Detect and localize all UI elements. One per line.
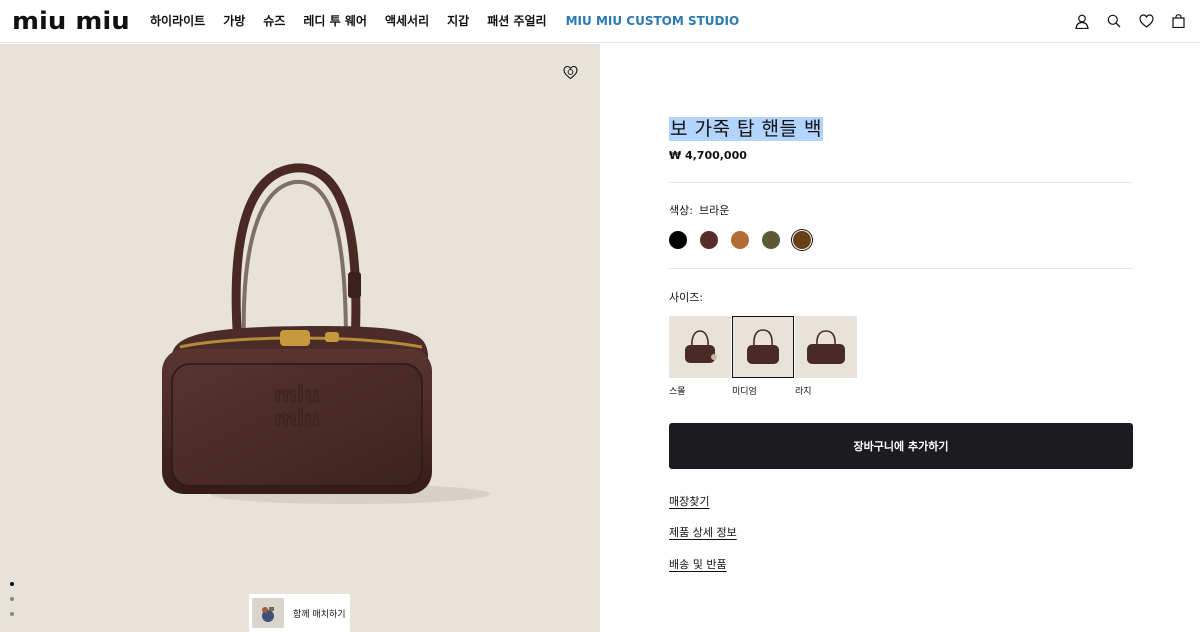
color-value: 브라운	[698, 204, 730, 217]
size-thumbnail	[732, 316, 794, 378]
product-price: ₩ 4,700,000	[669, 149, 747, 162]
size-option-large[interactable]: 라지	[795, 316, 857, 397]
gallery-pager-dot[interactable]	[10, 612, 14, 616]
size-option-small[interactable]: 스몰	[669, 316, 731, 397]
product-image: miu miu	[162, 163, 490, 504]
nav-item-ready-to-wear[interactable]: 레디 투 웨어	[303, 13, 367, 29]
product-details-link[interactable]: 제품 상세 정보	[669, 524, 737, 540]
divider	[669, 182, 1133, 183]
shipping-returns-link[interactable]: 배송 및 반품	[669, 556, 727, 572]
add-to-wishlist-icon[interactable]	[563, 65, 579, 81]
size-thumbnail	[795, 316, 857, 378]
store-locator-link[interactable]: 매장찾기	[669, 493, 709, 509]
nav-item-accessories[interactable]: 액세서리	[385, 13, 429, 29]
gallery-pager-dot[interactable]	[10, 597, 14, 601]
nav-item-fashion-jewelry[interactable]: 패션 주얼리	[487, 13, 546, 29]
color-swatch-burgundy[interactable]	[700, 231, 718, 249]
size-selector: 스몰 미디엄 라지	[669, 316, 857, 397]
product-gallery[interactable]: miu miu 함께 매치하기	[0, 44, 600, 632]
brand-logo[interactable]: miu miu	[12, 8, 130, 34]
size-option-medium[interactable]: 미디엄	[732, 316, 794, 397]
size-name: 라지	[795, 387, 812, 397]
wishlist-icon[interactable]	[1138, 12, 1154, 30]
product-title: 보 가죽 탑 핸들 백	[669, 117, 824, 141]
size-thumbnail	[669, 316, 731, 378]
main-nav: 하이라이트 가방 슈즈 레디 투 웨어 액세서리 지갑 패션 주얼리 MIU M…	[150, 13, 757, 29]
size-label: 사이즈:	[669, 291, 704, 304]
svg-text:miu: miu	[274, 383, 320, 408]
color-selector-label: 색상: 브라운	[669, 202, 729, 218]
color-swatches	[669, 231, 811, 249]
nav-item-custom-studio[interactable]: MIU MIU CUSTOM STUDIO	[566, 13, 740, 29]
color-swatch-black[interactable]	[669, 231, 687, 249]
color-swatch-olive[interactable]	[762, 231, 780, 249]
color-label: 색상:	[669, 204, 693, 217]
nav-item-shoes[interactable]: 슈즈	[263, 13, 285, 29]
account-icon[interactable]	[1074, 12, 1090, 30]
nav-item-bags[interactable]: 가방	[223, 13, 245, 29]
gallery-pager	[10, 582, 14, 616]
header-icons	[1074, 12, 1186, 30]
shopping-bag-icon[interactable]	[1170, 12, 1186, 30]
gallery-pager-dot[interactable]	[10, 582, 14, 586]
match-with-label: 함께 매치하기	[293, 609, 346, 620]
add-to-cart-button[interactable]: 장바구니에 추가하기	[669, 423, 1133, 469]
site-header: miu miu 하이라이트 가방 슈즈 레디 투 웨어 액세서리 지갑 패션 주…	[0, 0, 1200, 43]
color-swatch-brown[interactable]	[793, 231, 811, 249]
color-swatch-cognac[interactable]	[731, 231, 749, 249]
match-thumbnail	[252, 598, 284, 628]
nav-item-wallets[interactable]: 지갑	[447, 13, 469, 29]
nav-item-highlights[interactable]: 하이라이트	[150, 13, 205, 29]
match-with-button[interactable]: 함께 매치하기	[249, 594, 350, 632]
size-name: 미디엄	[732, 387, 757, 397]
size-name: 스몰	[669, 387, 686, 397]
divider	[669, 268, 1133, 269]
svg-text:miu: miu	[274, 407, 320, 432]
search-icon[interactable]	[1106, 12, 1122, 30]
